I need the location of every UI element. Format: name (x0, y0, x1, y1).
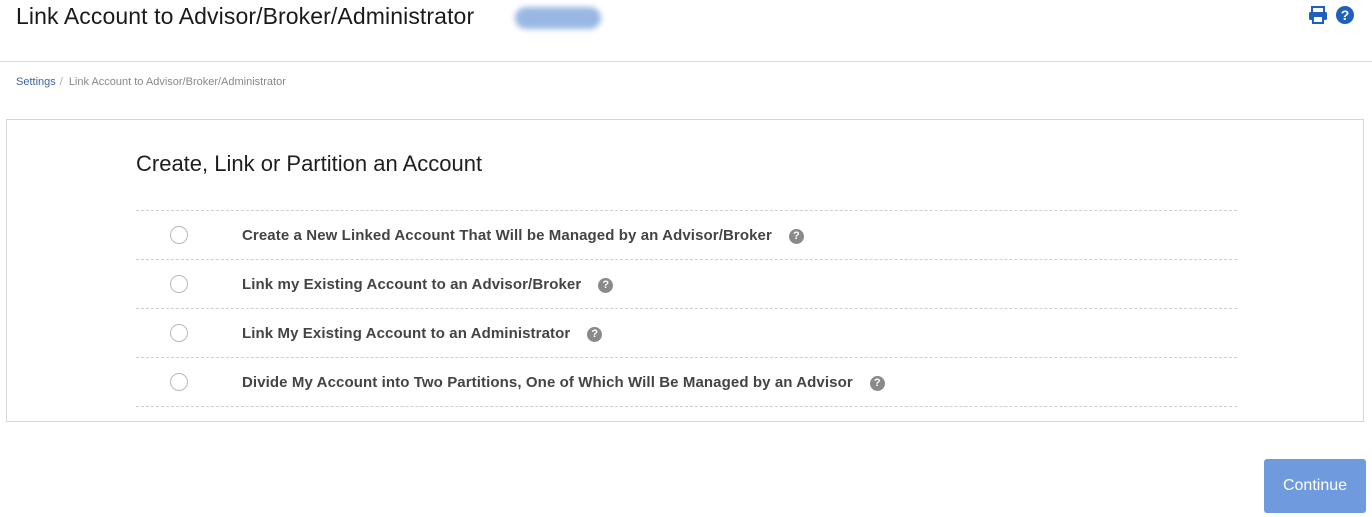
question-icon[interactable]: ? (869, 376, 885, 391)
option-label: Divide My Account into Two Partitions, O… (242, 374, 885, 391)
breadcrumb-current: Link Account to Advisor/Broker/Administr… (68, 76, 286, 88)
option-label-text: Link my Existing Account to an Advisor/B… (242, 276, 582, 293)
option-label-text: Create a New Linked Account That Will be… (242, 227, 772, 244)
continue-button[interactable]: Continue (1264, 459, 1366, 513)
option-label: Link My Existing Account to an Administr… (242, 325, 603, 342)
radio-button[interactable] (170, 226, 188, 244)
account-options-panel: Create, Link or Partition an Account Cre… (6, 119, 1364, 422)
option-label: Link my Existing Account to an Advisor/B… (242, 276, 614, 293)
question-icon[interactable]: ? (587, 327, 603, 342)
help-icon[interactable]: ? (1335, 5, 1355, 25)
page-title: Link Account to Advisor/Broker/Administr… (16, 3, 475, 29)
breadcrumb: Settings / Link Account to Advisor/Broker/… (16, 76, 286, 88)
svg-text:?: ? (1341, 7, 1350, 23)
option-label: Create a New Linked Account That Will be… (242, 227, 804, 244)
breadcrumb-separator: / (59, 76, 63, 88)
question-icon[interactable]: ? (598, 278, 614, 293)
radio-button[interactable] (170, 275, 188, 293)
page-header: Link Account to Advisor/Broker/Administr… (0, 0, 1372, 62)
section-title: Create, Link or Partition an Account (136, 151, 483, 176)
option-divide-partitions[interactable]: Divide My Account into Two Partitions, O… (136, 358, 1237, 407)
option-link-to-advisor[interactable]: Link my Existing Account to an Advisor/B… (136, 260, 1237, 309)
radio-button[interactable] (170, 373, 188, 391)
print-icon[interactable] (1308, 5, 1328, 25)
question-icon[interactable]: ? (788, 229, 804, 244)
radio-button[interactable] (170, 324, 188, 342)
page: Link Account to Advisor/Broker/Administr… (0, 0, 1372, 517)
account-badge (515, 7, 601, 29)
option-link-to-administrator[interactable]: Link My Existing Account to an Administr… (136, 309, 1237, 358)
option-create-linked-account[interactable]: Create a New Linked Account That Will be… (136, 211, 1237, 260)
options-list: Create a New Linked Account That Will be… (136, 210, 1237, 407)
option-label-text: Link My Existing Account to an Administr… (242, 325, 571, 342)
option-label-text: Divide My Account into Two Partitions, O… (242, 374, 853, 391)
breadcrumb-settings-link[interactable]: Settings (16, 76, 56, 88)
